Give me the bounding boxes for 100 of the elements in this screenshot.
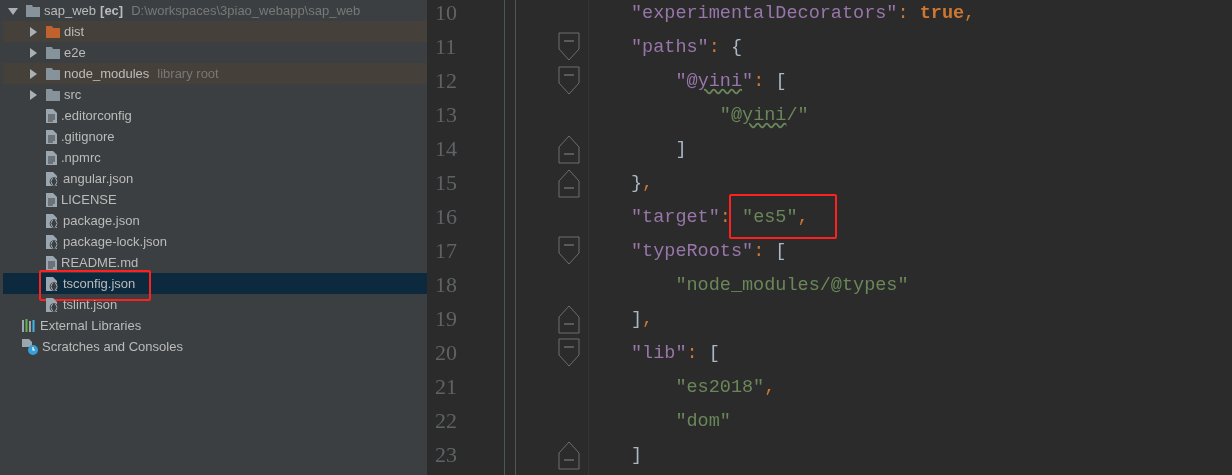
json-file-icon <box>46 213 59 228</box>
line-number: 22 <box>434 408 458 434</box>
tree-row[interactable]: sap_web [ec] D:\workspaces\3piao_webapp\sap_web <box>3 0 427 21</box>
tree-item-label: src <box>64 87 82 102</box>
file-icon <box>46 150 57 165</box>
code-token: ″node_modules/@types″ <box>674 274 909 296</box>
tree-item-label: LICENSE <box>61 192 117 207</box>
tree-item-label: README.md <box>61 255 139 270</box>
json-file-icon <box>46 171 59 186</box>
line-number: 17 <box>434 238 458 264</box>
caret-right-icon[interactable] <box>28 68 38 79</box>
file-icon <box>46 255 57 270</box>
code-token: : <box>753 240 766 262</box>
code-token: [ <box>708 342 720 364</box>
line-number: 19 <box>434 306 458 332</box>
file-icon <box>46 192 57 207</box>
fold-marker-icon[interactable] <box>558 32 580 62</box>
fold-marker-icon[interactable] <box>558 338 580 368</box>
line-number: 16 <box>434 204 458 230</box>
libraries-icon <box>22 319 36 332</box>
tree-row[interactable]: package-lock.json <box>3 231 427 252</box>
tree-row[interactable]: dist <box>3 21 427 42</box>
tree-row[interactable]: package.json <box>3 210 427 231</box>
code-token: , <box>642 172 654 194</box>
code-token: , <box>964 2 976 24</box>
tree-item-label: node_modules <box>64 66 150 81</box>
tree-row[interactable]: README.md <box>3 252 427 273</box>
caret-right-icon[interactable] <box>28 47 38 58</box>
code-token: ″typeRoots″ <box>631 240 754 262</box>
code-token: ″paths″ <box>631 36 709 58</box>
fold-marker-icon[interactable] <box>558 66 580 96</box>
code-token: , <box>797 206 809 228</box>
code-token: [ <box>775 70 787 92</box>
fold-marker-icon[interactable] <box>558 134 580 164</box>
tree-row[interactable]: tsconfig.json <box>3 273 427 294</box>
tree-row[interactable]: angular.json <box>3 168 427 189</box>
code-token: { <box>730 36 743 58</box>
code-token: ″ <box>742 70 754 92</box>
tree-item-label: e2e <box>64 45 86 60</box>
line-number: 11 <box>434 34 458 60</box>
code-token: ″es5″ <box>741 206 798 228</box>
code-token: ″dom″ <box>674 410 731 432</box>
line-number: 10 <box>434 0 458 26</box>
fold-marker-icon[interactable] <box>558 304 580 334</box>
module-label: [ec] <box>100 3 124 18</box>
code-token: ] <box>674 138 687 160</box>
caret-down-icon[interactable] <box>8 5 18 16</box>
line-number: 21 <box>434 374 458 400</box>
code-token: [ <box>775 240 787 262</box>
fold-marker-icon[interactable] <box>558 440 580 470</box>
code-token: : <box>719 206 731 228</box>
code-token: , <box>642 308 654 330</box>
code-token: , <box>764 376 776 398</box>
tree-row[interactable]: LICENSE <box>3 189 427 210</box>
code-token: /″ <box>786 104 809 126</box>
line-number: 18 <box>434 272 458 298</box>
tree-item-label: dist <box>64 24 85 39</box>
tree-item-label: Scratches and Consoles <box>42 339 183 354</box>
fold-marker-icon[interactable] <box>558 236 580 266</box>
tree-row[interactable]: tslint.json <box>3 294 427 315</box>
code-token: ] <box>631 308 643 330</box>
line-number: 12 <box>434 68 458 94</box>
tree-row[interactable]: .editorconfig <box>3 105 427 126</box>
line-number: 14 <box>434 136 458 162</box>
tree-row[interactable]: .npmrc <box>3 147 427 168</box>
tree-item-label: package.json <box>63 213 140 228</box>
tree-row[interactable]: node_modules library root <box>3 63 427 84</box>
line-number: 20 <box>434 340 458 366</box>
fold-marker-icon[interactable] <box>558 168 580 198</box>
code-token: } <box>631 172 643 194</box>
json-file-icon <box>46 276 59 291</box>
tree-row[interactable]: External Libraries <box>3 315 427 336</box>
tree-row[interactable]: Scratches and Consoles <box>3 336 427 357</box>
file-icon <box>46 108 57 123</box>
code-token: ] <box>631 444 643 466</box>
code-token: yini <box>742 104 787 126</box>
tree-row[interactable]: .gitignore <box>3 126 427 147</box>
tree-item-label: External Libraries <box>40 318 142 333</box>
line-number: 13 <box>434 102 458 128</box>
code-token: ″es2018″ <box>674 376 765 398</box>
tree-row[interactable]: src <box>3 84 427 105</box>
line-number: 15 <box>434 170 458 196</box>
scratches-icon <box>22 338 38 355</box>
project-path: D:\workspaces\3piao_webapp\sap_web <box>131 3 361 18</box>
code-token: : <box>753 70 766 92</box>
tree-item-label: .editorconfig <box>61 108 132 123</box>
file-icon <box>46 129 57 144</box>
tree-item-label: .npmrc <box>61 150 101 165</box>
code-token: ″@ <box>718 104 743 126</box>
line-number: 23 <box>434 442 458 468</box>
tree-item-label: sap_web <box>44 3 97 18</box>
caret-right-icon[interactable] <box>28 89 38 100</box>
caret-right-icon[interactable] <box>28 26 38 37</box>
code-token: ″@ <box>674 70 698 92</box>
json-file-icon <box>46 234 59 249</box>
tree-item-label: .gitignore <box>61 129 115 144</box>
tree-row[interactable]: e2e <box>3 42 427 63</box>
code-token: ″lib″ <box>631 342 687 364</box>
code-token: true <box>919 2 965 24</box>
code-token: : <box>686 342 699 364</box>
